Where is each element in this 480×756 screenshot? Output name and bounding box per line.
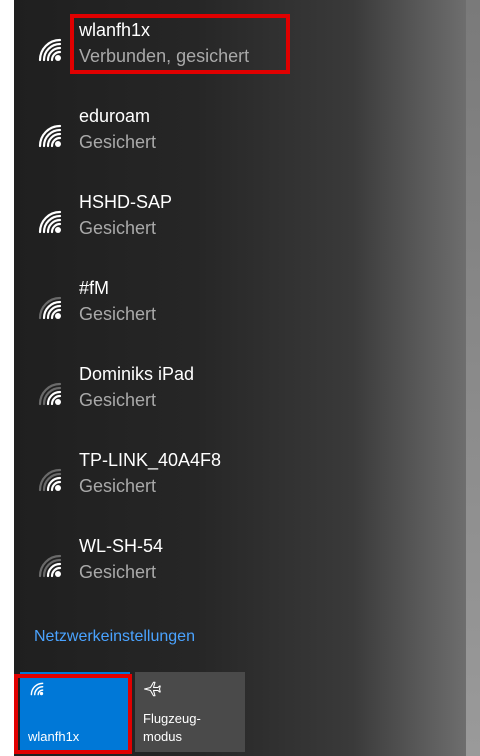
network-settings-link[interactable]: Netzwerkeinstellungen [34,628,195,646]
network-status: Gesichert [79,476,157,496]
wifi-icon [38,124,62,148]
network-item[interactable]: eduroam Gesichert [14,100,466,186]
wifi-icon [38,554,62,578]
network-item[interactable]: WL-SH-54 Gesichert [14,530,466,616]
network-status: Gesichert [79,132,157,152]
airplane-mode-tile[interactable]: Flugzeug- modus [135,672,245,752]
network-name: TP-LINK_40A4F8 [79,450,222,470]
network-item[interactable]: Dominiks iPad Gesichert [14,358,466,444]
airplane-icon [143,681,161,697]
network-status: Gesichert [79,218,157,238]
network-name: Dominiks iPad [79,364,195,384]
network-name: #fM [79,278,110,298]
wifi-tile-highlight [14,674,132,754]
network-item[interactable]: #fM Gesichert [14,272,466,358]
wifi-icon [38,210,62,234]
network-name: WL-SH-54 [79,536,164,556]
wifi-icon [38,382,62,406]
network-status: Gesichert [79,390,157,410]
network-status: Gesichert [79,562,157,582]
network-name: HSHD-SAP [79,192,173,212]
wifi-icon [38,468,62,492]
network-name: eduroam [79,106,151,126]
network-item[interactable]: TP-LINK_40A4F8 Gesichert [14,444,466,530]
connected-network-highlight [70,14,290,74]
wifi-icon [38,296,62,320]
network-item[interactable]: HSHD-SAP Gesichert [14,186,466,272]
network-status: Gesichert [79,304,157,324]
desktop-background [466,0,480,756]
wifi-icon [38,38,62,62]
airplane-tile-label: Flugzeug- modus [143,711,201,744]
left-margin [0,0,14,756]
